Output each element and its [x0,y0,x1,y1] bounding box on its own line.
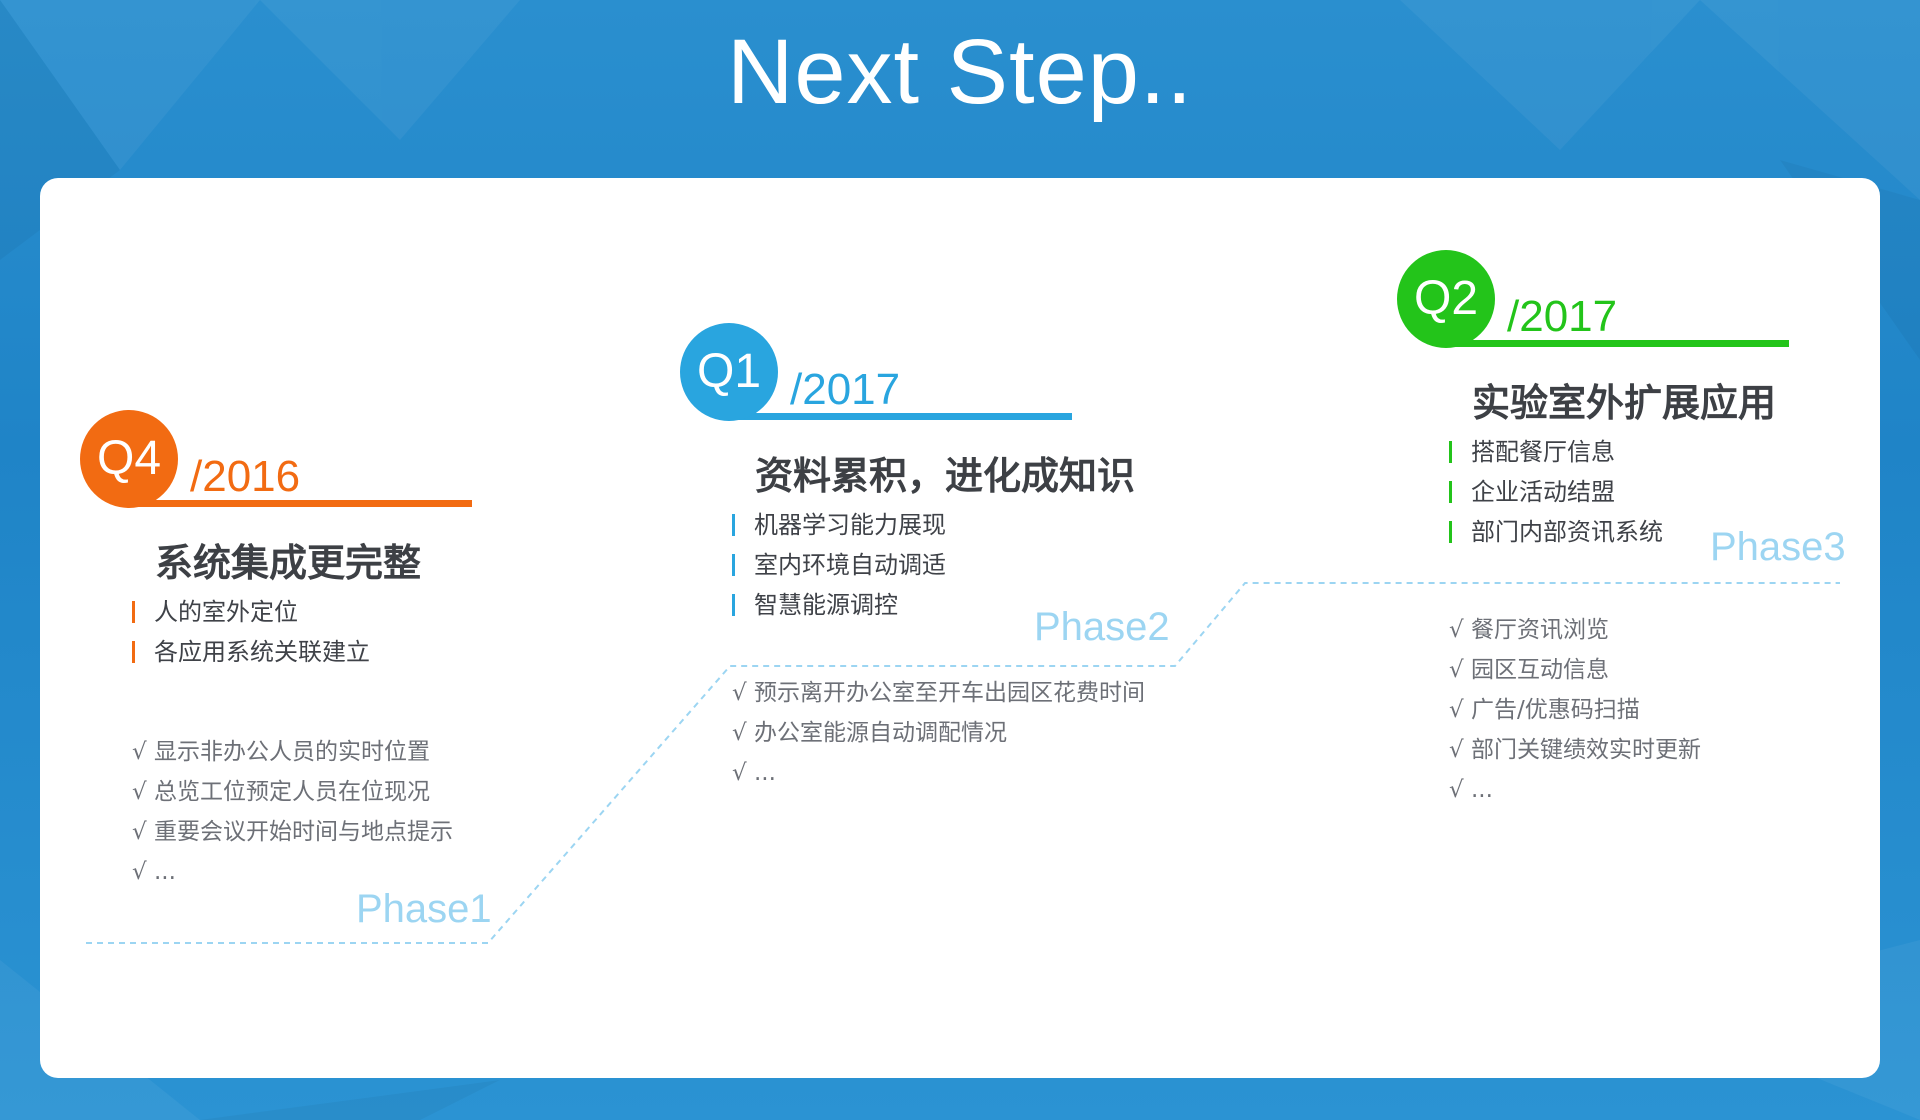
check-mark-icon: √ [1449,777,1464,803]
check-mark-icon: √ [732,720,747,746]
check-list: √ 预示离开办公室至开车出园区花费时间 √ 办公室能源自动调配情况 √... [732,673,1145,793]
quarter-year: /2017 [790,365,901,414]
check-item: √ 预示离开办公室至开车出园区花费时间 [732,673,1145,713]
quarter-year: /2016 [190,452,301,501]
phase-label: Phase1 [356,887,492,931]
feature-item: 机器学习能力展现 [732,505,946,545]
check-item: √ 重要会议开始时间与地点提示 [132,812,453,852]
check-mark-icon: √ [132,819,147,845]
feature-item: 各应用系统关联建立 [132,632,370,672]
roadmap-card: Q4 /2016 系统集成更完整 人的室外定位 各应用系统关联建立 √ 显示非办公… [40,178,1880,1078]
check-item: √ 显示非办公人员的实时位置 [132,732,453,772]
check-item: √ 园区互动信息 [1449,650,1701,690]
check-mark-icon: √ [732,680,747,706]
feature-item: 人的室外定位 [132,592,370,632]
check-list: √ 显示非办公人员的实时位置 √ 总览工位预定人员在位现况 √ 重要会议开始时间与地点… [132,732,453,892]
phase-heading: 系统集成更完整 [155,541,422,585]
phase-heading: 实验室外扩展应用 [1472,381,1777,425]
check-mark-icon: √ [132,779,147,805]
check-item: √ 餐厅资讯浏览 [1449,610,1701,650]
phase-label: Phase3 [1710,525,1846,569]
quarter-badge: Q4 [80,410,178,508]
check-mark-icon: √ [1449,737,1464,763]
check-item: √... [132,852,453,892]
quarter-badge: Q2 [1397,250,1495,348]
check-mark-icon: √ [132,739,147,765]
feature-item: 企业活动结盟 [1449,472,1663,512]
check-item: √ 广告/优惠码扫描 [1449,690,1701,730]
feature-list: 机器学习能力展现 室内环境自动调适 智慧能源调控 [732,505,946,625]
feature-list: 人的室外定位 各应用系统关联建立 [132,592,370,672]
quarter-year: /2017 [1507,292,1618,341]
quarter-badge: Q1 [680,323,778,421]
feature-item: 智慧能源调控 [732,585,946,625]
check-mark-icon: √ [1449,697,1464,723]
check-mark-icon: √ [1449,617,1464,643]
feature-item: 搭配餐厅信息 [1449,432,1663,472]
check-mark-icon: √ [1449,657,1464,683]
check-item: √ 部门关键绩效实时更新 [1449,730,1701,770]
phase-heading: 资料累积，进化成知识 [755,454,1136,498]
check-mark-icon: √ [132,859,147,885]
check-item: √... [1449,770,1701,810]
feature-item: 室内环境自动调适 [732,545,946,585]
check-mark-icon: √ [732,760,747,786]
check-item: √ 总览工位预定人员在位现况 [132,772,453,812]
phase-q1-2017: Q1 /2017 资料累积，进化成知识 机器学习能力展现 室内环境自动调适 智慧… [680,323,1145,883]
feature-item: 部门内部资讯系统 [1449,512,1663,552]
phase-q4-2016: Q4 /2016 系统集成更完整 人的室外定位 各应用系统关联建立 √ 显示非办公… [80,410,480,970]
feature-list: 搭配餐厅信息 企业活动结盟 部门内部资讯系统 [1449,432,1663,552]
check-list: √ 餐厅资讯浏览 √ 园区互动信息 √ 广告/优惠码扫描 √ 部门关键绩效实时更新 √.… [1449,610,1701,810]
check-item: √... [732,753,1145,793]
phase-label: Phase2 [1034,605,1170,649]
page-title: Next Step.. [726,21,1194,123]
check-item: √ 办公室能源自动调配情况 [732,713,1145,753]
